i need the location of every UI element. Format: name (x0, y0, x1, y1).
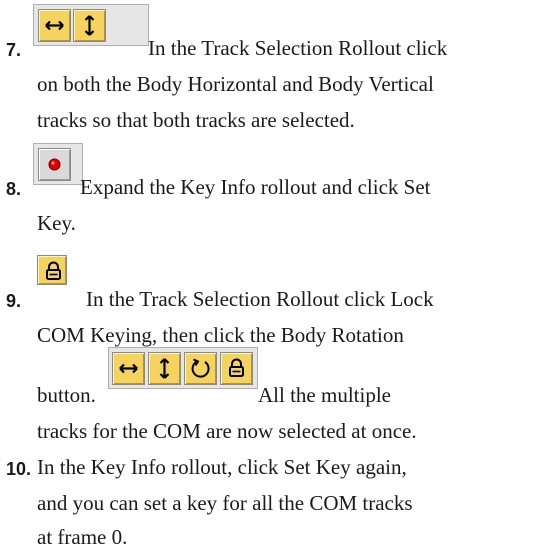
lock-icon (229, 358, 244, 377)
body-vertical-button[interactable] (148, 352, 181, 385)
step-text-line: All the multiple (258, 383, 391, 407)
step-text-line: tracks so that both tracks are selected. (37, 108, 355, 132)
step-text-line: tracks for the COM are now selected at o… (37, 419, 417, 443)
step-text-line: COM Keying, then click the Body Rotation (37, 323, 404, 347)
vertical-arrows-icon (159, 358, 170, 379)
step-text-line: Key. (37, 211, 76, 235)
horizontal-arrows-icon (119, 363, 138, 374)
step-text-line: In the Track Selection Rollout click (148, 36, 448, 60)
lock-com-keying-button[interactable] (37, 255, 67, 285)
step-text-line: In the Track Selection Rollout click Loc… (86, 287, 434, 311)
step-number: 8. (6, 179, 22, 199)
step-text-line: on both the Body Horizontal and Body Ver… (37, 72, 434, 96)
rotation-icon (191, 358, 210, 378)
horizontal-arrows-icon (45, 20, 64, 31)
step-number: 9. (6, 291, 22, 311)
step-number: 7. (6, 40, 22, 60)
lock-icon (46, 261, 61, 280)
step-text-line: and you can set a key for all the COM tr… (37, 491, 413, 515)
lock-com-keying-button[interactable] (220, 352, 253, 385)
body-horizontal-button[interactable] (38, 9, 71, 42)
step-text-line: button. (37, 383, 96, 407)
body-rotation-button[interactable] (184, 352, 217, 385)
body-vertical-button[interactable] (73, 9, 106, 42)
set-key-button[interactable] (38, 148, 71, 181)
step-text-line: Expand the Key Info rollout and click Se… (80, 175, 431, 199)
vertical-arrows-icon (84, 15, 95, 36)
body-horizontal-button[interactable] (112, 352, 145, 385)
step-text-line: In the Key Info rollout, click Set Key a… (37, 455, 407, 479)
step-text-line: at frame 0. (37, 525, 128, 549)
set-key-red-dot-icon (48, 158, 61, 171)
step-number: 10. (6, 459, 32, 479)
